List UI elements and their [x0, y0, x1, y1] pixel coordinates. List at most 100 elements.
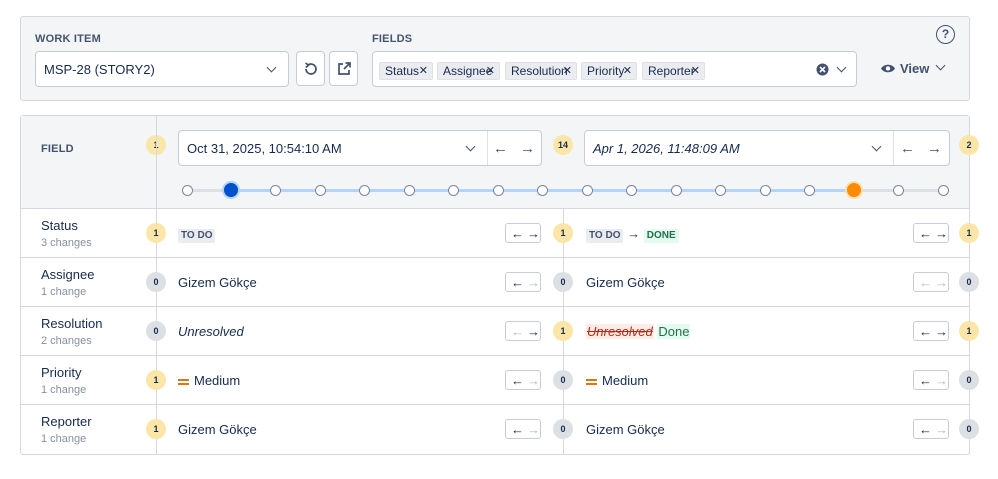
remove-tag-icon[interactable]: ✕	[563, 63, 572, 79]
timeline-point[interactable]	[270, 184, 282, 196]
left-nav-buttons[interactable]: ← →	[505, 321, 541, 341]
field-row-status: Status 3 changes 1 TO DO ← → 1 TO DO → DO…	[21, 209, 979, 258]
timeline-point[interactable]	[670, 184, 682, 196]
right-nav-buttons[interactable]: ← →	[913, 321, 949, 341]
chevron-down-icon	[465, 141, 476, 152]
right-value: Medium	[586, 373, 648, 388]
prev-arrow-icon: ←	[511, 324, 524, 339]
transition-arrow-icon: →	[627, 226, 641, 241]
right-date-select[interactable]: Apr 1, 2026, 11:48:09 AM ← →	[584, 130, 950, 166]
left-prev-arrow-icon[interactable]: ←	[493, 141, 508, 156]
right-nav-buttons[interactable]: ← →	[913, 370, 949, 390]
left-date-value: Oct 31, 2025, 10:54:10 AM	[187, 141, 342, 156]
right-nav-buttons[interactable]: ← →	[913, 419, 949, 439]
revision-timeline[interactable]	[181, 180, 949, 200]
field-column-label: FIELD	[41, 143, 74, 155]
next-arrow-icon: →	[935, 373, 948, 388]
right-date-value: Apr 1, 2026, 11:48:09 AM	[593, 141, 740, 156]
timeline-point[interactable]	[537, 184, 549, 196]
right-change-badge: 1	[959, 223, 979, 243]
view-label: View	[900, 61, 930, 76]
next-arrow-icon[interactable]: →	[935, 225, 948, 242]
left-value: TO DO	[178, 226, 216, 243]
timeline-point[interactable]	[893, 184, 905, 196]
timeline-point[interactable]	[715, 184, 727, 196]
open-external-button[interactable]	[329, 51, 358, 86]
prev-arrow-icon[interactable]: ←	[919, 323, 932, 340]
prev-arrow-icon[interactable]: ←	[919, 225, 932, 242]
status-from-lozenge: TO DO	[586, 229, 624, 243]
timeline-point[interactable]	[359, 184, 371, 196]
right-change-badge: 0	[959, 370, 979, 390]
field-tag-priority[interactable]: Priority ✕	[581, 62, 637, 80]
prev-arrow-icon[interactable]: ←	[919, 372, 932, 389]
right-value: Unresolved Done	[586, 324, 691, 339]
left-next-arrow-icon[interactable]: →	[520, 141, 535, 156]
next-arrow-icon[interactable]: →	[935, 323, 948, 340]
field-tag-resolution[interactable]: Resolution ✕	[505, 62, 577, 80]
history-comparison-grid: FIELD 1 Oct 31, 2025, 10:54:10 AM ← → 14…	[20, 115, 979, 455]
fields-label: FIELDS	[372, 33, 413, 45]
right-nav-buttons[interactable]: ← →	[913, 223, 949, 243]
prev-arrow-icon[interactable]: ←	[511, 421, 524, 438]
added-value: Done	[657, 324, 691, 339]
eye-icon	[881, 64, 895, 73]
timeline-right-handle[interactable]	[845, 181, 864, 199]
next-arrow-icon[interactable]: →	[527, 225, 540, 242]
prev-arrow-icon[interactable]: ←	[511, 372, 524, 389]
timeline-point[interactable]	[448, 184, 460, 196]
left-nav-buttons[interactable]: ← →	[505, 223, 541, 243]
field-name: Reporter	[41, 414, 92, 429]
change-count: 1 change	[41, 286, 87, 298]
help-icon[interactable]: ?	[936, 25, 955, 44]
left-nav-buttons[interactable]: ← →	[505, 370, 541, 390]
timeline-point[interactable]	[492, 184, 504, 196]
left-value: Medium	[178, 373, 240, 388]
fields-multiselect[interactable]: Status ✕ Assignee ✕ Resolution ✕ Priority ✕ …	[372, 51, 857, 87]
timeline-point[interactable]	[181, 184, 193, 196]
field-row-reporter: Reporter 1 change 1 Gizem Gökçe ← → 0 Giz…	[21, 405, 979, 454]
prev-arrow-icon[interactable]: ←	[511, 225, 524, 242]
left-date-select[interactable]: Oct 31, 2025, 10:54:10 AM ← →	[178, 130, 542, 166]
timeline-point[interactable]	[626, 184, 638, 196]
right-revision-badge: 2	[959, 135, 979, 155]
removed-value: Unresolved	[586, 324, 654, 339]
left-change-badge: 0	[146, 272, 166, 292]
left-nav-buttons[interactable]: ← →	[505, 419, 541, 439]
field-name: Priority	[41, 365, 82, 380]
remove-tag-icon[interactable]: ✕	[691, 63, 700, 79]
timeline-point[interactable]	[314, 184, 326, 196]
timeline-point[interactable]	[581, 184, 593, 196]
timeline-left-handle[interactable]	[222, 181, 241, 199]
remove-tag-icon[interactable]: ✕	[486, 63, 495, 79]
clear-all-icon[interactable]	[816, 63, 829, 76]
right-nav-buttons: ← →	[913, 272, 949, 292]
field-name: Status	[41, 218, 78, 233]
timeline-point[interactable]	[759, 184, 771, 196]
right-next-arrow-icon[interactable]: →	[927, 141, 942, 156]
timeline-point[interactable]	[937, 184, 949, 196]
left-nav-buttons[interactable]: ← →	[505, 272, 541, 292]
next-arrow-icon[interactable]: →	[527, 323, 540, 340]
field-row-priority: Priority 1 change 1 Medium ← → 0 Medium ←…	[21, 356, 979, 405]
right-value: TO DO → DONE	[586, 226, 679, 243]
external-link-icon	[338, 62, 351, 75]
work-item-select[interactable]: MSP-28 (STORY2)	[35, 51, 289, 87]
remove-tag-icon[interactable]: ✕	[623, 63, 632, 79]
revisions-between-badge: 14	[553, 135, 573, 155]
field-tag-reporter[interactable]: Reporter ✕	[642, 62, 705, 80]
left-value: Gizem Gökçe	[178, 275, 257, 290]
remove-tag-icon[interactable]: ✕	[419, 63, 428, 79]
reset-button[interactable]	[296, 51, 325, 86]
prev-arrow-icon[interactable]: ←	[511, 274, 524, 291]
timeline-point[interactable]	[403, 184, 415, 196]
timeline-point[interactable]	[804, 184, 816, 196]
left-change-badge: 1	[146, 419, 166, 439]
status-lozenge: TO DO	[178, 229, 216, 243]
chevron-down-icon[interactable]	[836, 62, 847, 73]
field-tag-status[interactable]: Status ✕	[379, 62, 433, 80]
right-change-badge: 0	[959, 272, 979, 292]
right-prev-arrow-icon[interactable]: ←	[900, 141, 915, 156]
field-tag-assignee[interactable]: Assignee ✕	[437, 62, 500, 80]
prev-arrow-icon[interactable]: ←	[919, 421, 932, 438]
